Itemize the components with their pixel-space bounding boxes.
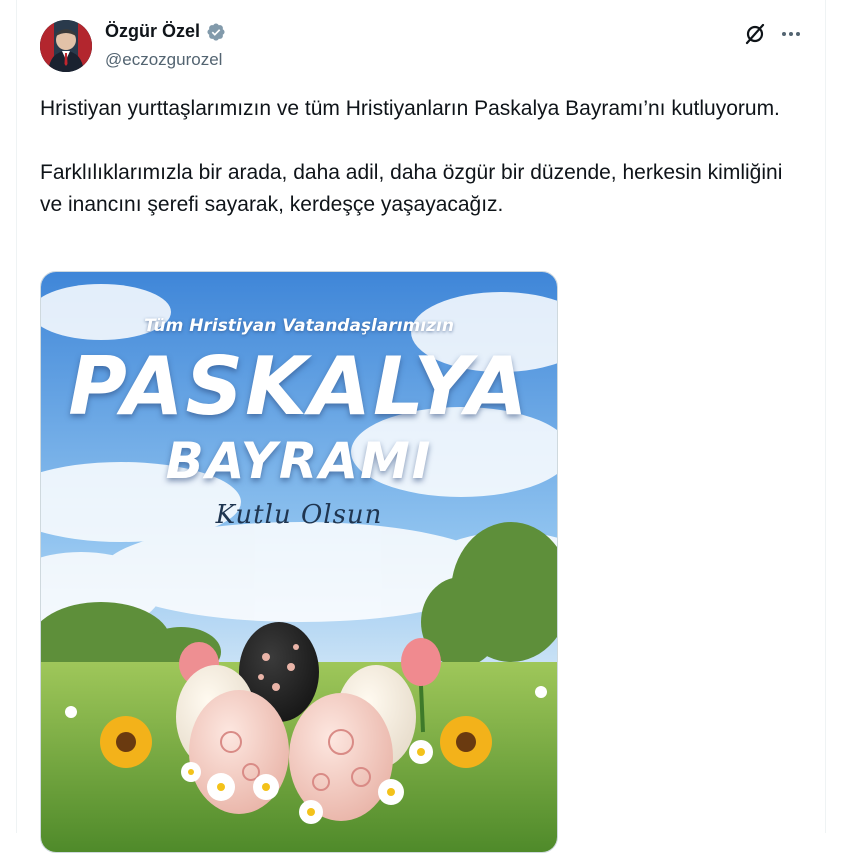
verified-badge-icon	[206, 22, 226, 42]
tweet-card: Özgür Özel @eczozgurozel Hristiyan yurtt…	[16, 0, 826, 853]
poster-title-2: BAYRAMI	[165, 432, 433, 490]
poster-script-text: Kutlu Olsun	[215, 500, 383, 530]
tweet-text: Hristiyan yurttaşlarımızın ve tüm Hristi…	[40, 93, 800, 221]
profile-photo-icon	[40, 20, 92, 72]
tweet-paragraph: Hristiyan yurttaşlarımızın ve tüm Hristi…	[40, 97, 780, 120]
display-name[interactable]: Özgür Özel	[105, 21, 200, 42]
author-handle[interactable]: @eczozgurozel	[105, 50, 222, 70]
grok-icon[interactable]	[743, 22, 767, 46]
avatar[interactable]	[40, 20, 92, 72]
more-icon[interactable]	[779, 22, 803, 46]
poster-subtitle: Tüm Hristiyan Vatandaşlarımızın	[144, 316, 454, 336]
tweet-image[interactable]: Tüm Hristiyan Vatandaşlarımızın PASKALYA…	[40, 271, 558, 853]
poster-title: PASKALYA	[68, 340, 530, 433]
author-name-row: Özgür Özel	[105, 21, 226, 42]
tweet-paragraph: Farklılıklarımızla bir arada, daha adil,…	[40, 161, 783, 216]
